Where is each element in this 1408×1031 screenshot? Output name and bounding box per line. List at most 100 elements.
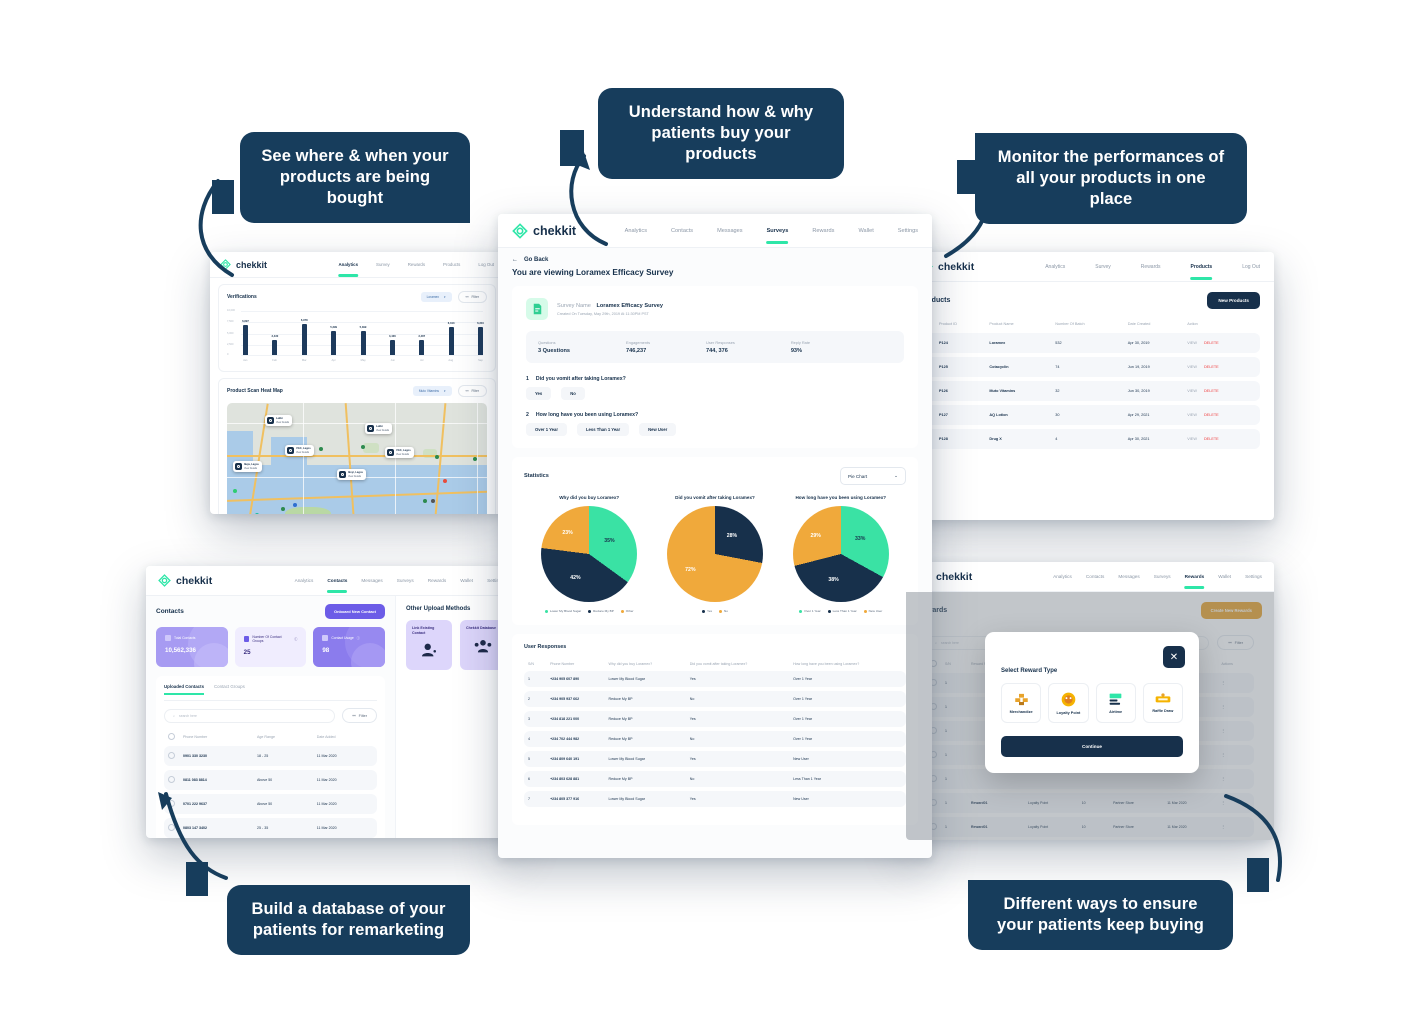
nav-survey[interactable]: Survey <box>1095 264 1111 270</box>
chekkit-logo[interactable]: chekkit <box>512 222 576 239</box>
map-pin[interactable]: VGC, Lagos View Details <box>385 447 414 458</box>
verifications-product-select[interactable]: Loramex ▾ <box>420 292 452 302</box>
nav-survey[interactable]: Survey <box>376 262 390 267</box>
map-pin[interactable]: Ikeja, Lagos View Details <box>233 461 262 472</box>
nav-analytics[interactable]: Analytics <box>1053 574 1072 579</box>
pin-link[interactable]: View Details <box>296 451 311 454</box>
nav-products[interactable]: Products <box>443 262 460 267</box>
table-row[interactable]: 2 +234 905 937 662 Reduce My BP No Over 1 Ye… <box>524 691 906 707</box>
chekkit-logo[interactable]: chekkit <box>220 259 267 270</box>
view-action[interactable]: VIEW <box>1187 365 1197 369</box>
pin-link[interactable]: View Details <box>376 429 389 432</box>
heatmap-filter-button[interactable]: ⚯ Filter <box>457 385 487 397</box>
contacts-filter-button[interactable]: ⚯ Filter <box>342 708 377 723</box>
nav-analytics[interactable]: Analytics <box>339 262 359 267</box>
new-products-button[interactable]: New Products <box>1207 292 1260 309</box>
view-action[interactable]: VIEW <box>1187 413 1197 417</box>
onboard-new-contact-button[interactable]: Onboard New Contact <box>324 604 385 619</box>
table-row[interactable]: 0901 330 3230 18 - 25 11 Mar 2020 <box>164 746 377 766</box>
map-pin[interactable]: VGC, Lagos View Details <box>285 445 314 456</box>
map-pin[interactable]: Ikoyi, Lagos View Details <box>337 469 366 480</box>
table-row[interactable]: 0811 083 8814 Above 50 11 Mar 2020 <box>164 770 377 790</box>
go-back-button[interactable]: ← Go Back <box>498 248 932 263</box>
nav-contacts[interactable]: Contacts <box>1086 574 1105 579</box>
view-action[interactable]: VIEW <box>1187 341 1197 345</box>
delete-action[interactable]: DELETE <box>1204 389 1219 393</box>
row-rdo[interactable] <box>168 752 175 759</box>
nav-logout[interactable]: Log Out <box>1242 264 1260 270</box>
info-icon[interactable]: ⓘ <box>357 636 360 640</box>
delete-action[interactable]: DELETE <box>1204 413 1219 417</box>
pin-link[interactable]: View Details <box>276 421 289 424</box>
nav-wallet[interactable]: Wallet <box>1218 574 1231 579</box>
row-rdo[interactable] <box>168 800 175 807</box>
table-row[interactable]: P125 Cotacyclin 74 Jun 19, 2019 VIEW DELETE <box>920 357 1260 377</box>
nav-analytics[interactable]: Analytics <box>625 228 647 234</box>
info-icon[interactable]: ⓘ <box>294 637 297 641</box>
view-action[interactable]: VIEW <box>1187 437 1197 441</box>
reward-type-raffle-draw[interactable]: Raffle Draw <box>1142 683 1183 723</box>
nav-analytics[interactable]: Analytics <box>295 578 314 583</box>
nav-logout[interactable]: Log Out <box>478 262 494 267</box>
nav-messages[interactable]: Messages <box>1118 574 1139 579</box>
contacts-search-input[interactable]: ⌕ search here <box>164 708 336 723</box>
upload-method-link-existing[interactable]: Link Existing Contact <box>406 620 452 670</box>
pin-link[interactable]: View Details <box>396 453 411 456</box>
nav-rewards[interactable]: Rewards <box>812 228 834 234</box>
row-rdo[interactable] <box>168 824 175 831</box>
tab-uploaded-contacts[interactable]: Uploaded Contacts <box>164 684 205 695</box>
nav-wallet[interactable]: Wallet <box>460 578 473 583</box>
close-icon[interactable]: ✕ <box>1163 646 1185 668</box>
verifications-filter-button[interactable]: ⚯ Filter <box>457 291 487 303</box>
table-row[interactable]: 4 +234 702 444 982 Reduce My BP No Over 1 Ye… <box>524 731 906 747</box>
table-row[interactable]: 3 +234 818 221 000 Reduce My BP Yes Over 1 Y… <box>524 711 906 727</box>
delete-action[interactable]: DELETE <box>1204 341 1219 345</box>
modal-continue-button[interactable]: Continue <box>1001 736 1183 757</box>
table-row[interactable]: 6 +234 803 628 881 Reduce My BP No Less Than… <box>524 771 906 787</box>
select-all-rdo[interactable] <box>168 733 175 740</box>
answer-chip[interactable]: Less Than 1 Year <box>576 423 630 436</box>
table-row[interactable]: P128 Drug X 4 Apr 30, 2021 VIEW DELETE <box>920 429 1260 449</box>
delete-action[interactable]: DELETE <box>1204 365 1219 369</box>
row-rdo[interactable] <box>168 776 175 783</box>
answer-chip[interactable]: New User <box>639 423 677 436</box>
answer-chip[interactable]: Over 1 Year <box>526 423 567 436</box>
map-pin[interactable]: Lekki View Details <box>265 415 293 426</box>
nav-rewards[interactable]: Rewards <box>1141 264 1161 270</box>
pin-link[interactable]: View Details <box>244 467 259 470</box>
nav-messages[interactable]: Messages <box>717 228 743 234</box>
nav-rewards[interactable]: Rewards <box>1185 574 1205 579</box>
view-action[interactable]: VIEW <box>1187 389 1197 393</box>
table-row[interactable]: 7 +234 805 377 916 Lower My Blood Sugar Yes… <box>524 791 906 807</box>
nav-settings[interactable]: Settings <box>1245 574 1262 579</box>
table-row[interactable]: 0803 147 3402 25 - 35 11 Mar 2020 <box>164 818 377 838</box>
reward-type-merchandize[interactable]: Merchandize <box>1001 683 1042 723</box>
nav-rewards[interactable]: Rewards <box>428 578 447 583</box>
delete-action[interactable]: DELETE <box>1204 437 1219 441</box>
nav-surveys[interactable]: Surveys <box>397 578 414 583</box>
heatmap-product-select[interactable]: Muto Vitamins ▾ <box>412 386 452 396</box>
nav-surveys[interactable]: Surveys <box>767 228 789 234</box>
nav-surveys[interactable]: Surveys <box>1154 574 1171 579</box>
table-row[interactable]: 0701 222 9637 Above 50 11 Mar 2020 <box>164 794 377 814</box>
nav-products[interactable]: Products <box>1191 264 1213 270</box>
nav-rewards[interactable]: Rewards <box>408 262 425 267</box>
table-row[interactable]: P124 Loramex 532 Apr 30, 2019 VIEW DELETE <box>920 333 1260 353</box>
nav-analytics[interactable]: Analytics <box>1045 264 1065 270</box>
tab-contact-groups[interactable]: Contact Groups <box>214 684 245 695</box>
table-row[interactable]: P127 AQ Lotion 30 Apr 29, 2021 VIEW DELETE <box>920 405 1260 425</box>
map-pin[interactable]: Lekki View Details <box>365 423 393 434</box>
answer-chip[interactable]: Yes <box>526 387 552 400</box>
nav-contacts[interactable]: Contacts <box>327 578 347 583</box>
chekkit-logo[interactable]: chekkit <box>158 574 212 587</box>
scan-heatmap[interactable]: Lekki View Details VGC, Lagos View Detai… <box>227 403 487 514</box>
nav-settings[interactable]: Settings <box>898 228 918 234</box>
table-row[interactable]: 5 +234 809 640 191 Lower My Blood Sugar Yes… <box>524 751 906 767</box>
table-row[interactable]: P126 Muto Vitamins 32 Jun 30, 2019 VIEW DELET… <box>920 381 1260 401</box>
reward-type-airtime[interactable]: Airtime <box>1095 683 1136 723</box>
chart-type-select[interactable]: Pie Chart ⌄ <box>840 467 906 485</box>
nav-messages[interactable]: Messages <box>361 578 382 583</box>
nav-wallet[interactable]: Wallet <box>858 228 873 234</box>
pin-link[interactable]: View Details <box>348 475 363 478</box>
table-row[interactable]: 1 +234 905 607 890 Lower My Blood Sugar Yes… <box>524 671 906 687</box>
